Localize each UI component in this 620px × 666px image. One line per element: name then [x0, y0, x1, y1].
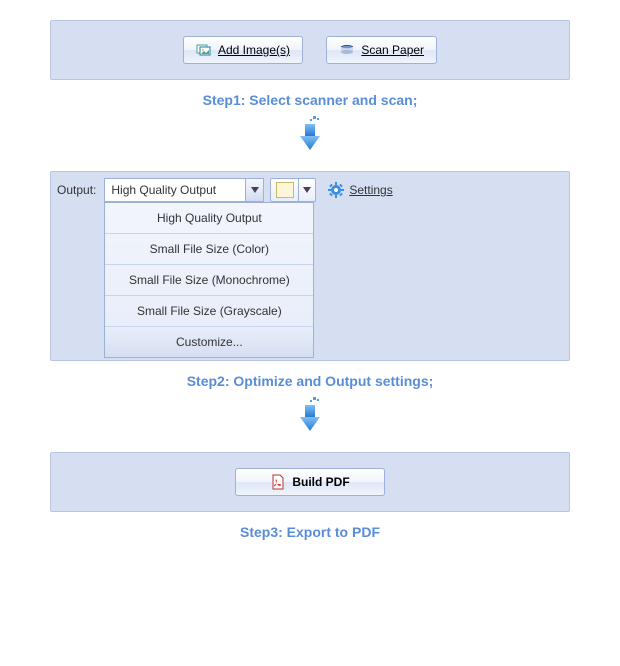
step1-panel: Add Image(s) Scan Paper — [50, 20, 570, 80]
pdf-icon — [270, 474, 286, 490]
color-picker[interactable] — [270, 178, 316, 202]
output-combo[interactable]: High Quality Output High Quality Output … — [104, 178, 264, 202]
output-dropdown: High Quality Output Small File Size (Col… — [104, 202, 314, 358]
output-toolbar: Output: High Quality Output High Quality… — [57, 178, 563, 202]
add-images-label: Add Image(s) — [218, 43, 290, 57]
output-option[interactable]: Customize... — [105, 327, 313, 357]
scan-paper-button[interactable]: Scan Paper — [326, 36, 437, 64]
step3-caption: Step3: Export to PDF — [50, 524, 570, 540]
color-swatch-button[interactable] — [271, 179, 299, 201]
output-label: Output: — [57, 183, 96, 197]
output-option[interactable]: Small File Size (Grayscale) — [105, 296, 313, 327]
scan-paper-label: Scan Paper — [361, 43, 424, 57]
build-pdf-button[interactable]: Build PDF — [235, 468, 385, 496]
images-icon — [196, 42, 212, 58]
step2-caption: Step2: Optimize and Output settings; — [50, 373, 570, 389]
step1-caption: Step1: Select scanner and scan; — [50, 92, 570, 108]
color-swatch — [276, 182, 294, 198]
output-option[interactable]: Small File Size (Monochrome) — [105, 265, 313, 296]
color-dropdown-button[interactable] — [299, 179, 315, 201]
gear-icon — [328, 182, 344, 198]
output-combo-value: High Quality Output — [111, 183, 245, 197]
chevron-down-icon — [245, 179, 263, 201]
settings-label: Settings — [349, 183, 392, 197]
output-option[interactable]: High Quality Output — [105, 203, 313, 234]
settings-button[interactable]: Settings — [328, 182, 392, 198]
arrow-1 — [50, 116, 570, 159]
add-images-button[interactable]: Add Image(s) — [183, 36, 303, 64]
step2-panel: Output: High Quality Output High Quality… — [50, 171, 570, 361]
output-option[interactable]: Small File Size (Color) — [105, 234, 313, 265]
scanner-icon — [339, 42, 355, 58]
build-pdf-label: Build PDF — [292, 475, 349, 489]
step3-panel: Build PDF — [50, 452, 570, 512]
arrow-2 — [50, 397, 570, 440]
